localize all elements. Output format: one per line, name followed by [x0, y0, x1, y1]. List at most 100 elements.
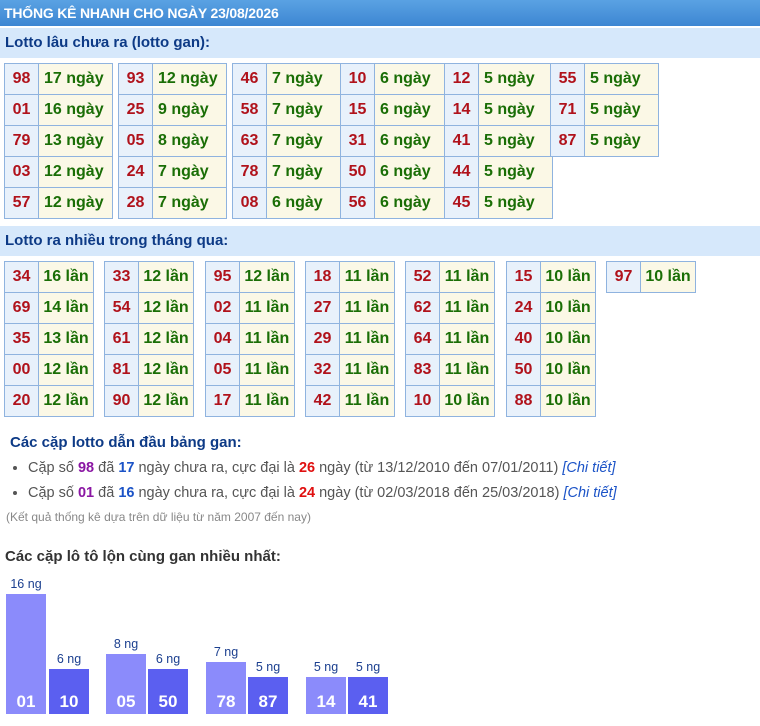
table-row: 17 11 lần [205, 385, 295, 417]
chart-bar: 87 [248, 676, 288, 714]
lotto-count: 12 lần [138, 292, 194, 324]
lotto-number: 24 [118, 156, 153, 188]
lotto-number: 58 [232, 94, 267, 126]
table-row: 50 6 ngày [340, 156, 449, 188]
lotto-count: 6 ngày [374, 156, 449, 188]
bar-value-label: 5 ng [313, 659, 339, 674]
stat-table: 95 12 lần 02 11 lần 04 11 lần 05 11 lần 17 11 lần [205, 261, 295, 417]
lotto-count: 11 lần [439, 354, 495, 386]
table-row: 40 10 lần [506, 323, 596, 355]
table-row: 05 8 ngày [118, 125, 227, 157]
lotto-count: 13 ngày [38, 125, 113, 157]
table-row: 41 5 ngày [444, 125, 553, 157]
lotto-number: 50 [506, 354, 541, 386]
table-row: 33 12 lần [104, 261, 194, 293]
table-row: 88 10 lần [506, 385, 596, 417]
lotto-number: 10 [340, 63, 375, 95]
table-row: 62 11 lần [405, 292, 495, 324]
bar-category-label: 14 [316, 692, 336, 711]
lotto-number: 98 [4, 63, 39, 95]
lotto-number: 45 [444, 187, 479, 219]
table-row: 14 5 ngày [444, 94, 553, 126]
lotto-count: 5 ngày [478, 156, 553, 188]
lotto-number: 81 [104, 354, 139, 386]
lotto-count: 17 ngày [38, 63, 113, 95]
table-row: 87 5 ngày [550, 125, 659, 157]
table-row: 12 5 ngày [444, 63, 553, 95]
lotto-number: 04 [205, 323, 240, 355]
table-row: 04 11 lần [205, 323, 295, 355]
lotto-number: 14 [444, 94, 479, 126]
lotto-count: 12 lần [38, 354, 94, 386]
page-title: THỐNG KÊ NHANH CHO NGÀY 23/08/2026 [0, 0, 760, 26]
table-row: 46 7 ngày [232, 63, 341, 95]
lotto-number: 46 [232, 63, 267, 95]
table-row: 95 12 lần [205, 261, 295, 293]
lotto-count: 5 ngày [478, 125, 553, 157]
lotto-count: 9 ngày [152, 94, 227, 126]
lotto-count: 11 lần [339, 261, 395, 293]
bar-category-label: 87 [258, 692, 278, 711]
lotto-number: 29 [305, 323, 340, 355]
lotto-count: 11 lần [339, 385, 395, 417]
lotto-number: 20 [4, 385, 39, 417]
table-row: 24 7 ngày [118, 156, 227, 188]
detail-link[interactable]: [Chi tiết] [562, 460, 615, 476]
bar-value-label: 6 ng [155, 652, 181, 666]
chart-bar: 78 [206, 661, 246, 714]
lotto-count: 6 ngày [374, 187, 449, 219]
lotto-count: 11 lần [339, 354, 395, 386]
lotto-count: 11 lần [239, 385, 295, 417]
table-row: 15 6 ngày [340, 94, 449, 126]
lotto-count: 11 lần [439, 323, 495, 355]
lotto-number: 10 [405, 385, 440, 417]
table-row: 42 11 lần [305, 385, 395, 417]
lotto-number: 40 [506, 323, 541, 355]
table-row: 35 13 lần [4, 323, 94, 355]
lotto-number: 02 [205, 292, 240, 324]
lotto-number: 31 [340, 125, 375, 157]
bar-category-label: 50 [158, 692, 178, 711]
table-row: 97 10 lần [606, 261, 696, 293]
stat-table: 10 6 ngày 15 6 ngày 31 6 ngày 50 6 ngày 56 6 ngày [340, 63, 449, 219]
chart-bar: 01 [6, 594, 46, 714]
lotto-number: 79 [4, 125, 39, 157]
table-row: 83 11 lần [405, 354, 495, 386]
table-row: 08 6 ngày [232, 187, 341, 219]
lotto-number: 25 [118, 94, 153, 126]
bar-category-label: 10 [59, 692, 79, 711]
lotto-count: 11 lần [439, 292, 495, 324]
lotto-count: 10 lần [540, 385, 596, 417]
stat-table: 98 17 ngày 01 16 ngày 79 13 ngày 03 12 ngày 57 12… [4, 63, 113, 219]
lotto-count: 5 ngày [478, 94, 553, 126]
lotto-number: 95 [205, 261, 240, 293]
table-row: 61 12 lần [104, 323, 194, 355]
bar-category-label: 05 [116, 692, 136, 711]
table-row: 57 12 ngày [4, 187, 113, 219]
lotto-count: 12 ngày [38, 156, 113, 188]
table-row: 34 16 lần [4, 261, 94, 293]
detail-link[interactable]: [Chi tiết] [563, 485, 616, 501]
stat-table: 33 12 lần 54 12 lần 61 12 lần 81 12 lần 90 12 lần [104, 261, 194, 417]
lotto-count: 10 lần [640, 261, 696, 293]
lotto-count: 11 lần [339, 323, 395, 355]
lotto-count: 12 ngày [38, 187, 113, 219]
lotto-number: 54 [104, 292, 139, 324]
lotto-count: 12 ngày [152, 63, 227, 95]
lotto-number: 71 [550, 94, 585, 126]
stat-table: 52 11 lần 62 11 lần 64 11 lần 83 11 lần 10 10 lần [405, 261, 495, 417]
table-row: 63 7 ngày [232, 125, 341, 157]
table-row: 45 5 ngày [444, 187, 553, 219]
lotto-count: 10 lần [540, 261, 596, 293]
lotto-count: 5 ngày [584, 125, 659, 157]
lotto-number: 57 [4, 187, 39, 219]
lotto-count: 12 lần [239, 261, 295, 293]
lotto-number: 64 [405, 323, 440, 355]
lotto-count: 5 ngày [478, 63, 553, 95]
lotto-count: 10 lần [540, 323, 596, 355]
bar-value-label: 16 ng [10, 577, 42, 591]
table-row: 54 12 lần [104, 292, 194, 324]
lotto-count: 7 ngày [266, 63, 341, 95]
stat-table: 97 10 lần [606, 261, 696, 293]
lotto-number: 05 [205, 354, 240, 386]
